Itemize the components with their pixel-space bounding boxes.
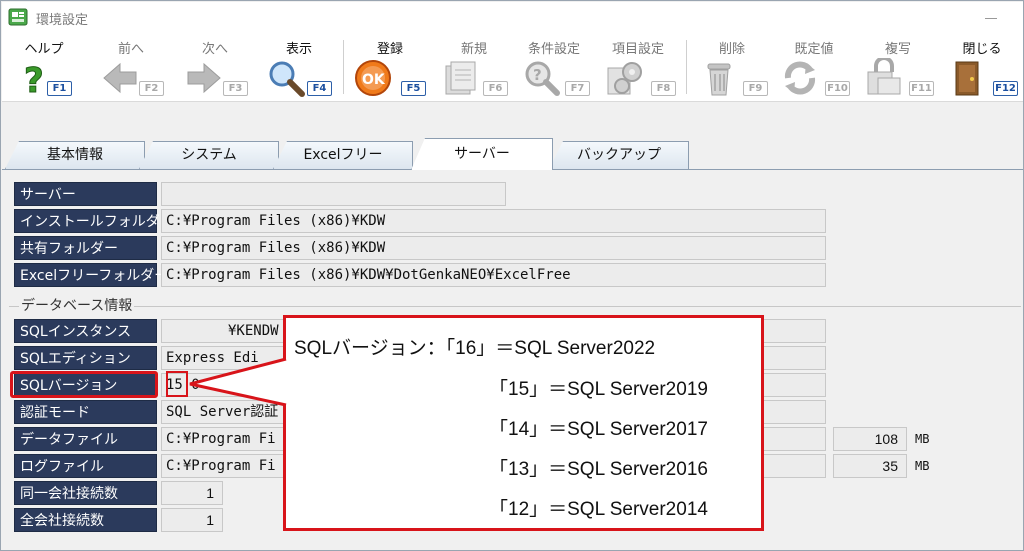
callout-line: 「15」＝SQL Server2019 (489, 379, 708, 400)
item-settings-label: 項目設定 (611, 42, 664, 57)
same-company-connections-label: 同一会社接続数 (14, 481, 157, 505)
help-button[interactable]: ヘルプ ? F1 (14, 32, 74, 102)
app-icon (8, 8, 28, 26)
copy-button[interactable]: 複写 F11 (860, 32, 936, 100)
sql-instance-label: SQLインスタンス (14, 319, 157, 343)
f7-key-badge: F7 (565, 81, 590, 96)
tab-server[interactable]: サーバー (411, 138, 553, 170)
f10-key-badge: F10 (825, 81, 850, 96)
svg-text:?: ? (24, 61, 44, 98)
same-company-connections-field: 1 (161, 481, 223, 505)
settings-window: 環境設定 ヘルプ ? F1 前へ F2 次へ F3 表示 F4 登録 OK F5… (0, 0, 1024, 551)
log-file-size-unit: MB (915, 459, 930, 473)
callout-line: 「13」＝SQL Server2016 (489, 459, 708, 480)
new-label: 新規 (460, 42, 487, 57)
delete-button[interactable]: 削除 F9 (694, 32, 770, 100)
new-button[interactable]: 新規 F6 (438, 32, 510, 100)
title-bar: 環境設定 (2, 2, 1023, 32)
all-company-connections-label: 全会社接続数 (14, 508, 157, 532)
install-folder-label: インストールフォルダー (14, 209, 174, 233)
view-label: 表示 (285, 42, 312, 57)
f6-key-badge: F6 (483, 81, 508, 96)
auth-mode-label: 認証モード (14, 400, 157, 424)
f12-key-badge: F12 (993, 81, 1018, 96)
close-button[interactable]: 閉じる F12 (944, 32, 1020, 100)
close-label: 閉じる (962, 42, 1002, 57)
f5-key-badge: F5 (401, 81, 426, 96)
callout-line: SQLバージョン：「16」＝SQL Server2022 (294, 338, 656, 359)
sql-version-callout: SQLバージョン：「16」＝SQL Server2022 「15」＝SQL Se… (283, 315, 764, 531)
svg-text:OK: OK (362, 72, 386, 88)
svg-text:?: ? (533, 66, 542, 84)
item-settings-button[interactable]: 項目設定 F8 (598, 32, 678, 100)
tab-system[interactable]: システム (139, 141, 279, 169)
item-settings-icon (604, 58, 644, 98)
tab-backup[interactable]: バックアップ (549, 141, 689, 169)
trash-icon (700, 58, 740, 98)
group-divider (9, 306, 1021, 307)
server-field[interactable] (161, 182, 506, 206)
window-title: 環境設定 (36, 13, 89, 28)
condition-settings-button[interactable]: 条件設定 ? F7 (516, 32, 592, 100)
f1-key-badge: F1 (47, 81, 72, 96)
arrow-right-icon (184, 58, 224, 98)
excel-free-folder-field[interactable]: C:¥Program Files (x86)¥KDW¥DotGenkaNEO¥E… (161, 263, 826, 287)
server-label: サーバー (14, 182, 157, 206)
prev-button[interactable]: 前へ F2 (96, 32, 166, 100)
register-button[interactable]: 登録 OK F5 (352, 32, 428, 100)
next-label: 次へ (201, 42, 228, 57)
new-document-icon (440, 58, 480, 98)
log-file-size-field: 35 (833, 454, 907, 478)
help-label: ヘルプ (24, 42, 64, 57)
ok-icon: OK (354, 58, 394, 98)
copy-icon (864, 56, 904, 98)
view-button[interactable]: 表示 F4 (264, 32, 334, 100)
callout-line: 「14」＝SQL Server2017 (489, 419, 708, 440)
data-file-size-field: 108 (833, 427, 907, 451)
prev-label: 前へ (117, 42, 144, 57)
f11-key-badge: F11 (909, 81, 934, 96)
arrow-left-icon (100, 58, 140, 98)
register-label: 登録 (376, 42, 403, 57)
condition-settings-label: 条件設定 (527, 42, 580, 57)
f8-key-badge: F8 (651, 81, 676, 96)
sql-edition-label: SQLエディション (14, 346, 157, 370)
copy-label: 複写 (884, 42, 911, 57)
search-condition-icon: ? (522, 58, 562, 98)
delete-label: 削除 (718, 42, 745, 57)
f4-key-badge: F4 (307, 81, 332, 96)
all-company-connections-field: 1 (161, 508, 223, 532)
f9-key-badge: F9 (743, 81, 768, 96)
default-values-label: 既定値 (794, 42, 834, 57)
callout-line: 「12」＝SQL Server2014 (489, 499, 708, 520)
data-file-size-unit: MB (915, 432, 930, 446)
f3-key-badge: F3 (223, 81, 248, 96)
data-file-label: データファイル (14, 427, 157, 451)
minimize-button[interactable] (985, 18, 997, 19)
next-button[interactable]: 次へ F3 (180, 32, 250, 100)
exit-door-icon (948, 58, 988, 98)
shared-folder-label: 共有フォルダー (14, 236, 157, 260)
sql-version-label-highlight (10, 371, 158, 398)
shared-folder-field[interactable]: C:¥Program Files (x86)¥KDW (161, 236, 826, 260)
excel-free-folder-label: Excelフリーフォルダー (14, 263, 168, 287)
log-file-label: ログファイル (14, 454, 157, 478)
toolbar: ヘルプ ? F1 前へ F2 次へ F3 表示 F4 登録 OK F5 新規 F… (2, 32, 1023, 102)
toolbar-separator (686, 40, 687, 94)
f2-key-badge: F2 (139, 81, 164, 96)
sql-version-value-highlight (166, 371, 188, 397)
tab-excel-free[interactable]: Excelフリー (273, 141, 413, 169)
install-folder-field[interactable]: C:¥Program Files (x86)¥KDW (161, 209, 826, 233)
database-info-title: データベース情報 (19, 295, 135, 315)
refresh-icon (780, 58, 820, 98)
default-values-button[interactable]: 既定値 F10 (776, 32, 852, 100)
magnifier-icon (266, 58, 306, 98)
toolbar-separator (343, 40, 344, 94)
tab-basic-info[interactable]: 基本情報 (5, 141, 145, 169)
